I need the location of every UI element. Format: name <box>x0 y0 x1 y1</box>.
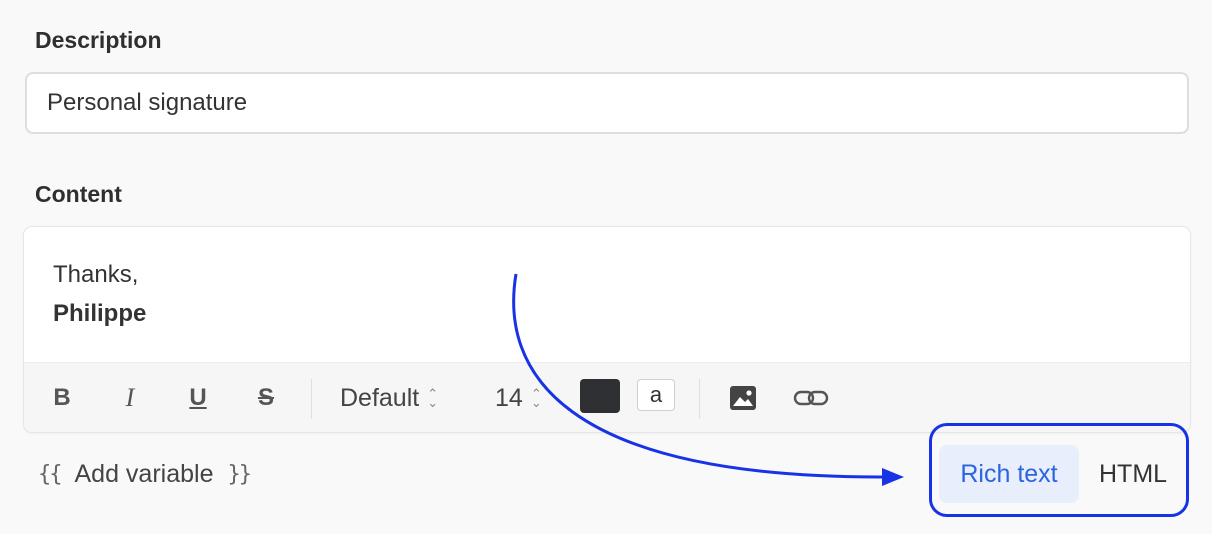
open-brace-icon: {{ <box>38 461 62 487</box>
content-label: Content <box>35 181 122 207</box>
chevron-updown-icon: ⌃ ⌄ <box>530 386 542 410</box>
close-brace-icon: }} <box>227 461 251 487</box>
font-select[interactable]: Default ⌃ ⌄ <box>340 363 438 432</box>
rich-text-tab[interactable]: Rich text <box>939 445 1079 503</box>
font-size-value: 14 <box>495 383 523 412</box>
bold-button[interactable]: B <box>48 363 76 432</box>
text-color-button[interactable] <box>580 379 620 413</box>
italic-button[interactable]: I <box>116 363 144 432</box>
underline-button[interactable]: U <box>184 363 212 432</box>
chevron-updown-icon: ⌃ ⌄ <box>427 386 439 410</box>
link-icon[interactable] <box>793 363 829 432</box>
content-editor[interactable]: Thanks, Philippe B I U S Default ⌃ ⌄ 14 ⌃… <box>24 227 1190 432</box>
editor-mode-switch: Rich text HTML <box>929 423 1189 517</box>
font-select-value: Default <box>340 383 420 412</box>
background-color-button[interactable]: a <box>637 379 675 411</box>
font-size-select[interactable]: 14 ⌃ ⌄ <box>495 363 542 432</box>
description-input[interactable]: Personal signature <box>25 72 1189 134</box>
editor-line-bold: Philippe <box>53 300 147 327</box>
toolbar-divider <box>699 379 700 419</box>
toolbar-divider <box>311 379 312 419</box>
add-variable-button[interactable]: {{ Add variable }} <box>38 456 252 492</box>
html-tab[interactable]: HTML <box>1099 445 1167 503</box>
strikethrough-button[interactable]: S <box>252 363 280 432</box>
formatting-toolbar: B I U S Default ⌃ ⌄ 14 ⌃ ⌄ a <box>24 362 1190 432</box>
description-label: Description <box>35 27 162 53</box>
editor-line: Thanks, <box>53 261 139 288</box>
editor-text-area[interactable]: Thanks, Philippe <box>24 227 1190 362</box>
add-variable-label: Add variable <box>74 459 214 488</box>
image-icon[interactable] <box>730 363 756 432</box>
